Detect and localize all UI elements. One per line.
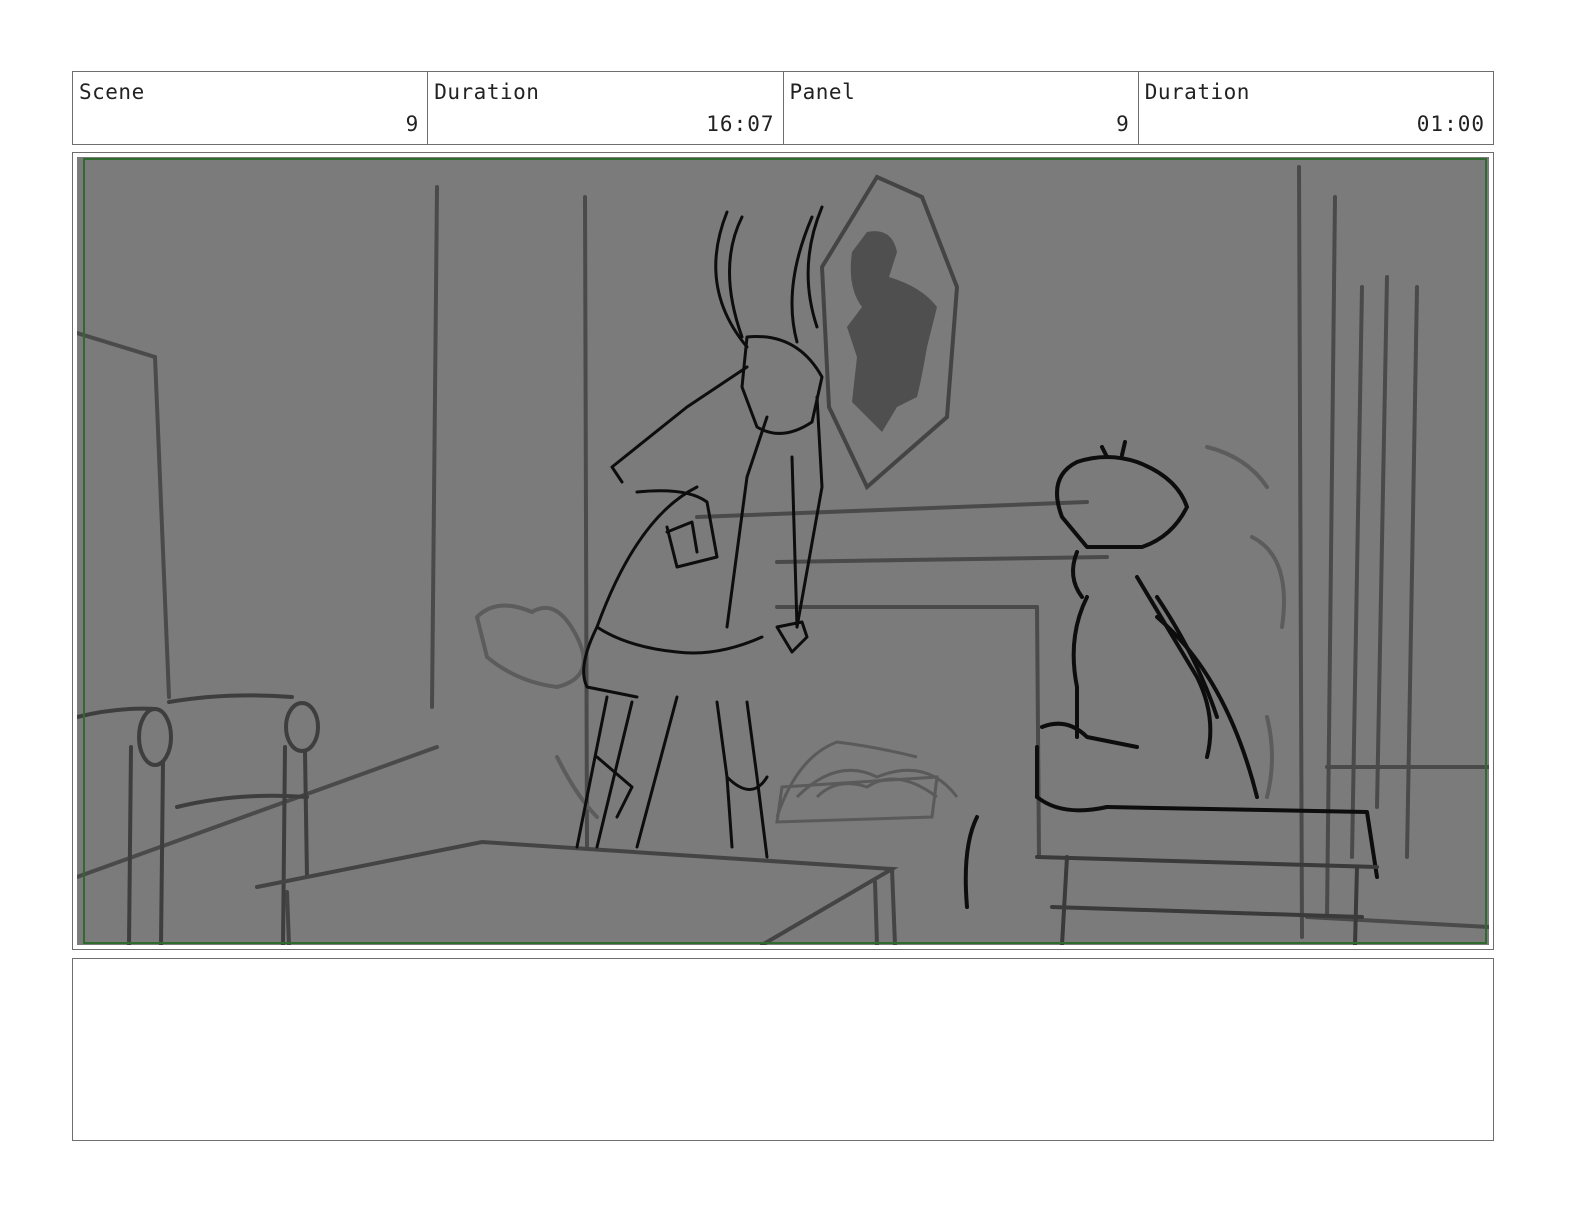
wall-crest: [819, 174, 960, 491]
seated-character: [963, 440, 1379, 909]
panel-duration-value: 01:00: [1416, 112, 1485, 136]
scene-duration-label: Duration: [434, 80, 540, 104]
scene-duration-cell: Duration 16:07: [428, 72, 784, 144]
panel-duration-cell: Duration 01:00: [1139, 72, 1493, 144]
panel-label: Panel: [789, 80, 856, 104]
panel-cell: Panel 9: [784, 72, 1139, 144]
scene-label: Scene: [79, 80, 145, 104]
scene-number: 9: [405, 112, 420, 136]
standing-character: [575, 205, 824, 859]
sketch-drawing: [77, 165, 1489, 945]
panel-notes-box[interactable]: [72, 958, 1494, 1141]
panel-duration-label: Duration: [1144, 80, 1250, 104]
panel-info-header: Scene 9 Duration 16:07 Panel 9 Duration …: [72, 71, 1494, 145]
panel-number: 9: [1116, 112, 1130, 136]
panel-sketch: [77, 157, 1489, 945]
scene-cell: Scene 9: [73, 72, 429, 144]
scene-duration-value: 16:07: [706, 112, 775, 136]
storyboard-panel: [72, 152, 1494, 950]
